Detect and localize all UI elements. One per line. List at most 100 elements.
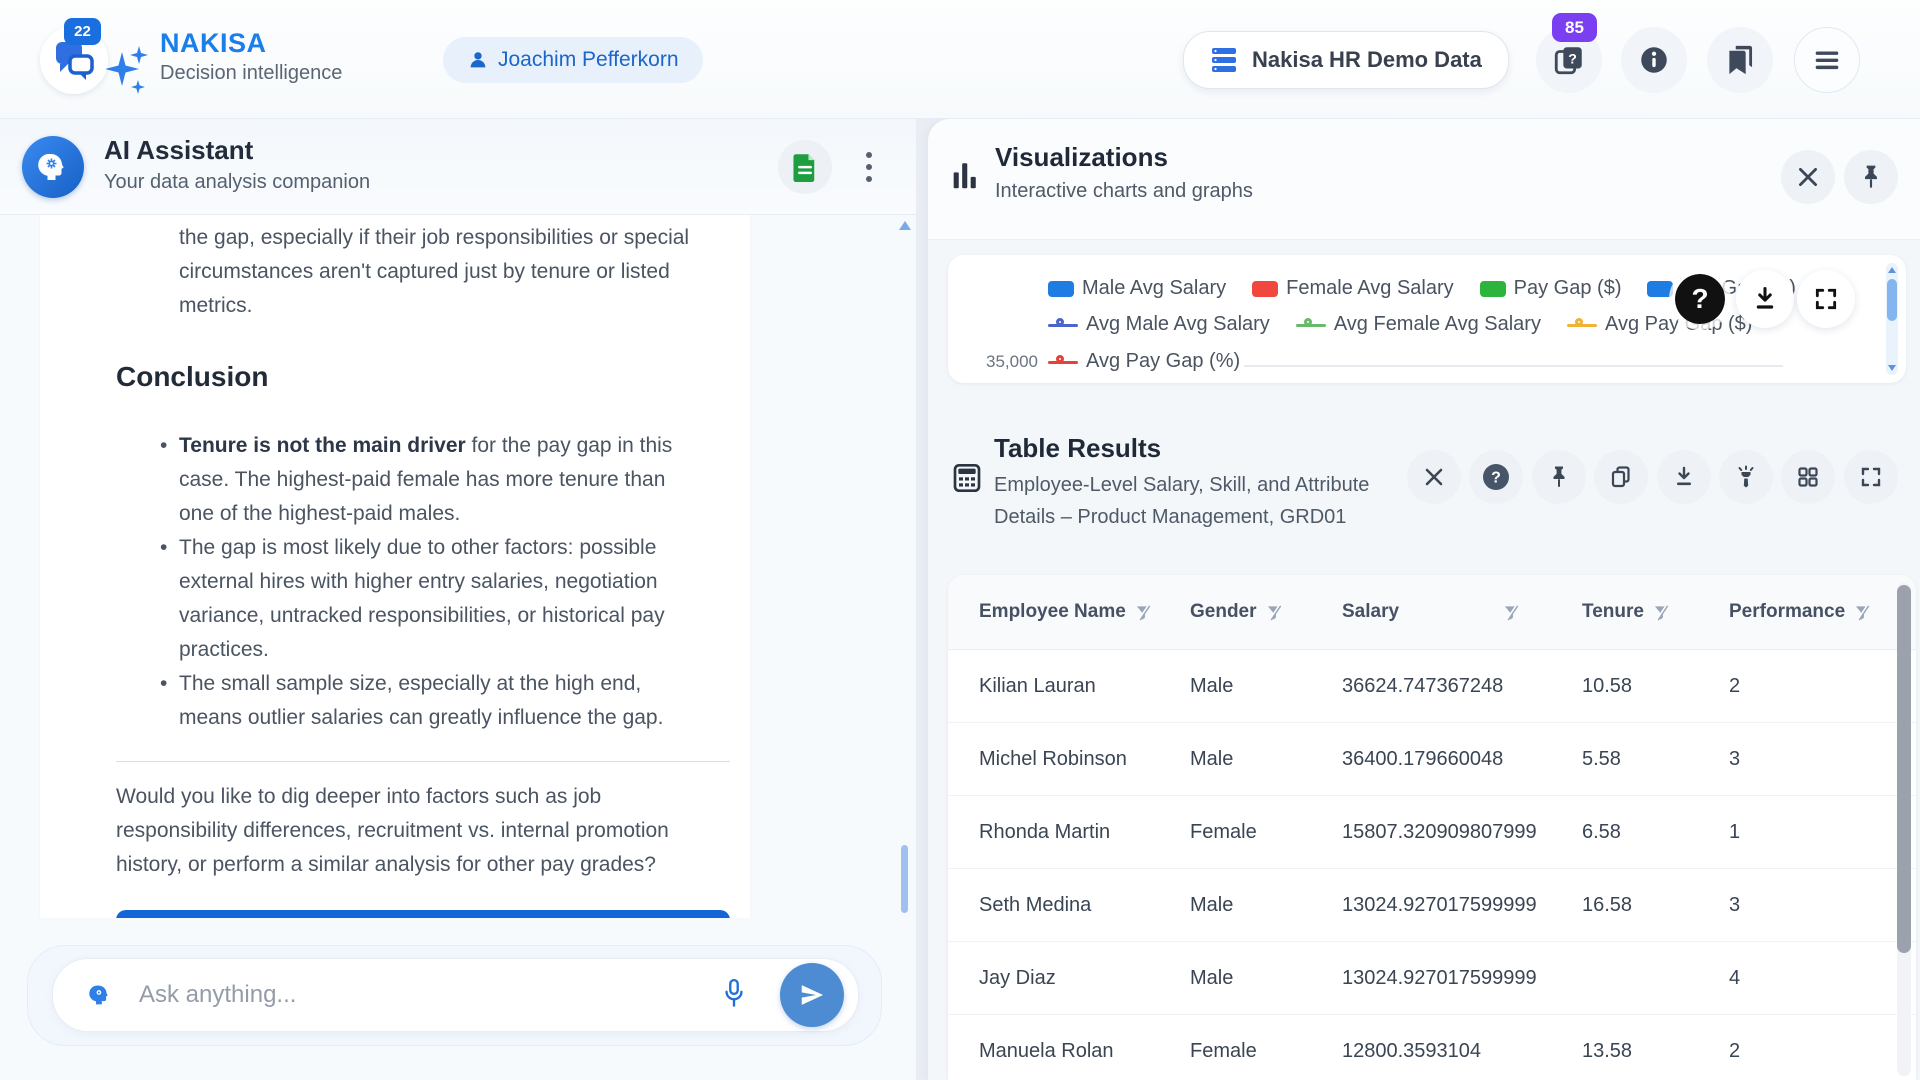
pushpin-icon	[1547, 465, 1571, 489]
scroll-up-arrow[interactable]	[899, 221, 911, 230]
assistant-title: AI Assistant	[104, 135, 253, 166]
legend-item[interactable]: Male Avg Salary	[1048, 277, 1226, 300]
close-visualizations-button[interactable]	[1781, 150, 1835, 204]
cell-gender: Male	[1190, 894, 1342, 917]
results-table: Employee Name Gender Salary Tenure Perfo…	[948, 575, 1916, 1080]
close-icon	[1795, 164, 1821, 190]
cell-salary: 36624.747367248	[1342, 675, 1582, 698]
table-scrollbar-thumb[interactable]	[1897, 585, 1911, 953]
chart-fullscreen-button[interactable]	[1797, 270, 1855, 328]
help-count-badge: 85	[1552, 13, 1597, 42]
info-button[interactable]	[1621, 27, 1687, 93]
report-document-button[interactable]	[778, 140, 832, 194]
table-row[interactable]: Seth Medina Male 13024.927017599999 16.5…	[948, 869, 1916, 942]
chat-scrollbar-thumb[interactable]	[901, 845, 908, 913]
voice-input-button[interactable]	[712, 973, 756, 1017]
chart-scrollbar[interactable]	[1886, 263, 1898, 375]
scroll-up-arrow[interactable]	[1888, 267, 1896, 273]
ask-input-container	[27, 945, 882, 1046]
filter-icon[interactable]	[1653, 604, 1670, 621]
filter-icon[interactable]	[1503, 604, 1520, 621]
table-download-button[interactable]	[1657, 450, 1711, 504]
filter-icon[interactable]	[1266, 604, 1283, 621]
ask-input-pill[interactable]	[52, 958, 859, 1032]
cell-gender: Male	[1190, 967, 1342, 990]
brand-tagline: Decision intelligence	[160, 62, 342, 85]
chat-scroll-area[interactable]: the gap, especially if their job respons…	[0, 215, 916, 918]
followup-question: Would you like to dig deeper into factor…	[116, 780, 730, 882]
chart-help-button[interactable]: ?	[1675, 274, 1725, 324]
main-menu-button[interactable]	[1794, 27, 1860, 93]
suggested-prompt-button[interactable]: Let's explore the job responsibilities o…	[116, 910, 730, 918]
legend-row-3: Avg Pay Gap (%)	[1048, 350, 1240, 373]
table-scrollbar[interactable]	[1897, 583, 1911, 1076]
top-header: 22 NAKISA Decision intelligence Joachim …	[0, 0, 1920, 119]
visualizations-subtitle: Interactive charts and graphs	[995, 180, 1253, 203]
filter-icon[interactable]	[1854, 604, 1871, 621]
legend-marker	[1296, 318, 1326, 332]
bullet-item: Tenure is not the main driver for the pa…	[160, 429, 730, 531]
filter-icon[interactable]	[1135, 604, 1152, 621]
legend-marker	[1567, 318, 1597, 332]
bookmark-icon	[1723, 43, 1757, 77]
table-fullscreen-button[interactable]	[1844, 450, 1898, 504]
microphone-icon	[721, 978, 747, 1012]
legend-item[interactable]: Avg Female Avg Salary	[1296, 313, 1541, 336]
column-header-gender[interactable]: Gender	[1190, 601, 1342, 623]
table-row[interactable]: Kilian Lauran Male 36624.747367248 10.58…	[948, 650, 1916, 723]
cell-salary: 36400.179660048	[1342, 748, 1582, 771]
table-row[interactable]: Jay Diaz Male 13024.927017599999 4	[948, 942, 1916, 1015]
bookmarks-button[interactable]	[1707, 27, 1773, 93]
cell-tenure: 16.58	[1582, 894, 1729, 917]
user-account-button[interactable]: Joachim Pefferkorn	[443, 37, 703, 83]
table-layout-button[interactable]	[1781, 450, 1835, 504]
legend-item[interactable]: Female Avg Salary	[1252, 277, 1454, 300]
cell-performance: 2	[1729, 1040, 1916, 1063]
cell-tenure: 6.58	[1582, 821, 1729, 844]
legend-item[interactable]: Avg Pay Gap ($)	[1567, 313, 1752, 336]
assistant-options-button[interactable]	[845, 143, 893, 191]
chart-download-button[interactable]	[1736, 270, 1794, 328]
table-row[interactable]: Manuela Rolan Female 12800.3593104 13.58…	[948, 1015, 1916, 1080]
dataset-selector-button[interactable]: Nakisa HR Demo Data	[1183, 31, 1509, 89]
cell-salary: 12800.3593104	[1342, 1040, 1582, 1063]
cell-performance: 4	[1729, 967, 1916, 990]
ai-assistant-panel: AI Assistant Your data analysis companio…	[0, 119, 916, 1080]
legend-item[interactable]: Avg Pay Gap (%)	[1048, 350, 1240, 373]
cell-tenure: 10.58	[1582, 675, 1729, 698]
legend-item[interactable]: Avg Male Avg Salary	[1048, 313, 1270, 336]
table-row[interactable]: Michel Robinson Male 36400.179660048 5.5…	[948, 723, 1916, 796]
table-highlight-button[interactable]	[1719, 450, 1773, 504]
ask-input[interactable]	[139, 981, 712, 1009]
table-close-button[interactable]	[1407, 450, 1461, 504]
column-header-tenure[interactable]: Tenure	[1582, 601, 1729, 623]
question-cards-icon: ?	[1552, 43, 1586, 77]
chart-scrollbar-thumb[interactable]	[1887, 279, 1897, 321]
table-row[interactable]: Rhonda Martin Female 15807.320909807999 …	[948, 796, 1916, 869]
column-header-salary[interactable]: Salary	[1342, 601, 1582, 623]
table-help-button[interactable]: ?	[1469, 450, 1523, 504]
column-header-performance[interactable]: Performance	[1729, 601, 1916, 623]
column-header-employee-name[interactable]: Employee Name	[979, 601, 1190, 623]
legend-item[interactable]: Pay Gap ($)	[1480, 277, 1622, 300]
cell-gender: Female	[1190, 1040, 1342, 1063]
visualizations-header: Visualizations Interactive charts and gr…	[928, 119, 1920, 240]
pin-visualizations-button[interactable]	[1844, 150, 1898, 204]
close-icon	[1422, 465, 1446, 489]
scroll-down-arrow[interactable]	[1888, 365, 1896, 371]
kebab-menu-icon	[865, 151, 873, 183]
cell-salary: 13024.927017599999	[1342, 894, 1582, 917]
table-results-subtitle: Employee-Level Salary, Skill, and Attrib…	[994, 469, 1369, 533]
cell-employee-name: Kilian Lauran	[979, 675, 1190, 698]
table-copy-button[interactable]	[1594, 450, 1648, 504]
table-header-row: Employee Name Gender Salary Tenure Perfo…	[948, 575, 1916, 650]
brand-name: NAKISA	[160, 28, 342, 59]
visualizations-panel: Visualizations Interactive charts and gr…	[928, 119, 1920, 1080]
svg-text:?: ?	[1491, 470, 1501, 487]
send-button[interactable]	[780, 963, 844, 1027]
table-pin-button[interactable]	[1532, 450, 1586, 504]
y-axis-tick: 35,000	[978, 352, 1038, 372]
legend-row-2: Avg Male Avg Salary Avg Female Avg Salar…	[1048, 313, 1752, 336]
pushpin-icon	[1858, 164, 1884, 190]
help-icon: ?	[1478, 459, 1514, 495]
